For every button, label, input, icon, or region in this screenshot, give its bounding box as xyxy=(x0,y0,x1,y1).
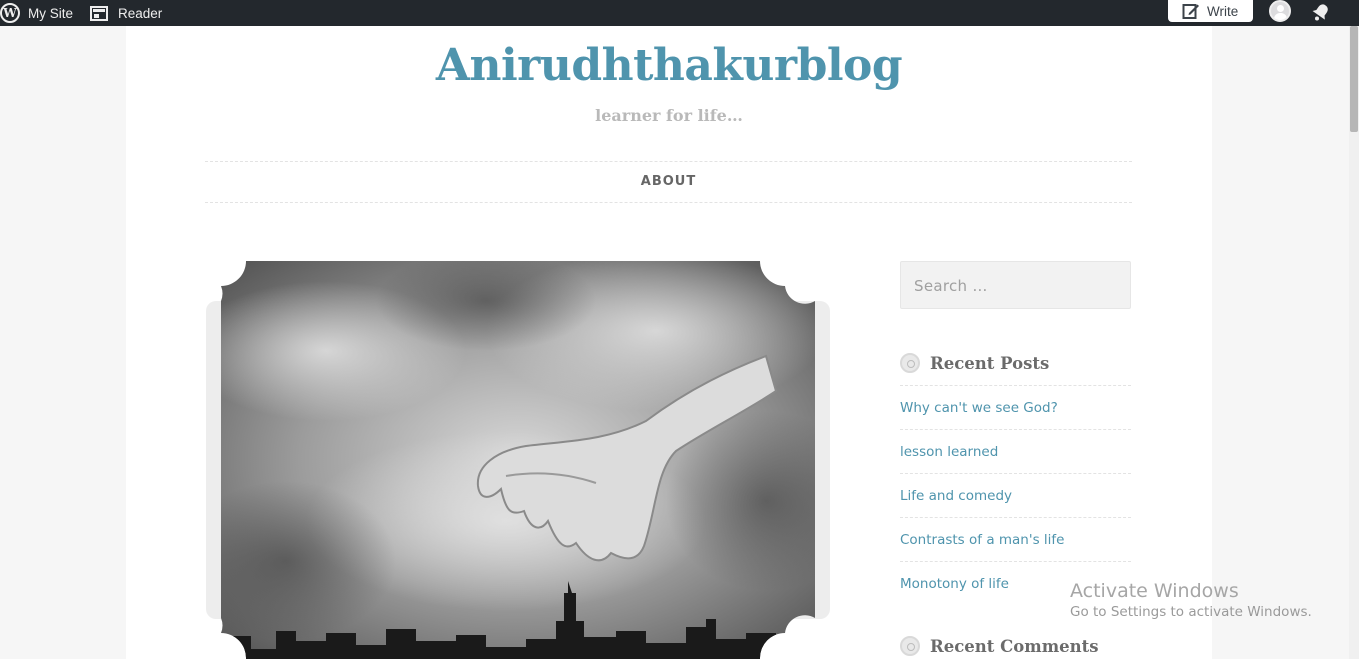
recent-post-link[interactable]: Contrasts of a man's life xyxy=(900,517,1131,561)
recent-posts-heading: Recent Posts xyxy=(900,351,1131,375)
watermark-title: Activate Windows xyxy=(1070,580,1239,602)
site-description: learner for life… xyxy=(595,106,743,125)
menu-item-about[interactable]: ABOUT xyxy=(205,162,1132,202)
write-label: Write xyxy=(1207,3,1239,19)
reader-icon xyxy=(90,5,108,21)
widget-bullet-icon xyxy=(900,636,920,656)
recent-post-link[interactable]: Why can't we see God? xyxy=(900,385,1131,429)
notifications-bell-icon[interactable] xyxy=(1310,1,1332,23)
reader-link[interactable]: Reader xyxy=(90,0,162,26)
recent-posts-list: Why can't we see God? lesson learned Lif… xyxy=(900,385,1131,605)
activate-windows-watermark: Activate Windows Go to Settings to activ… xyxy=(1070,580,1312,620)
write-pen-icon xyxy=(1182,4,1199,19)
recent-comments-title: Recent Comments xyxy=(930,636,1099,656)
site-title[interactable]: Anirudhthakurblog xyxy=(126,40,1212,91)
recent-posts-title: Recent Posts xyxy=(930,353,1050,373)
reader-label: Reader xyxy=(118,5,163,21)
search-input[interactable]: Search … xyxy=(900,261,1131,309)
featured-image-graphic xyxy=(206,261,830,659)
widget-bullet-icon xyxy=(900,353,920,373)
my-site-link[interactable]: W My Site xyxy=(0,0,73,26)
write-button[interactable]: Write xyxy=(1168,0,1253,22)
recent-comments-heading: Recent Comments xyxy=(900,634,1131,658)
page-container: Anirudhthakurblog learner for life… ABOU… xyxy=(126,26,1212,659)
my-site-label: My Site xyxy=(28,5,74,21)
featured-image[interactable] xyxy=(206,261,830,659)
user-avatar-icon[interactable] xyxy=(1269,0,1291,22)
recent-post-link[interactable]: lesson learned xyxy=(900,429,1131,473)
wordpress-logo-icon: W xyxy=(0,3,20,23)
recent-post-link[interactable]: Life and comedy xyxy=(900,473,1131,517)
primary-menu: ABOUT xyxy=(205,161,1132,203)
page-scrollbar[interactable] xyxy=(1349,26,1359,659)
admin-bar: W My Site Reader Write xyxy=(0,0,1359,26)
scrollbar-thumb[interactable] xyxy=(1350,26,1358,132)
watermark-subtitle: Go to Settings to activate Windows. xyxy=(1070,604,1312,620)
